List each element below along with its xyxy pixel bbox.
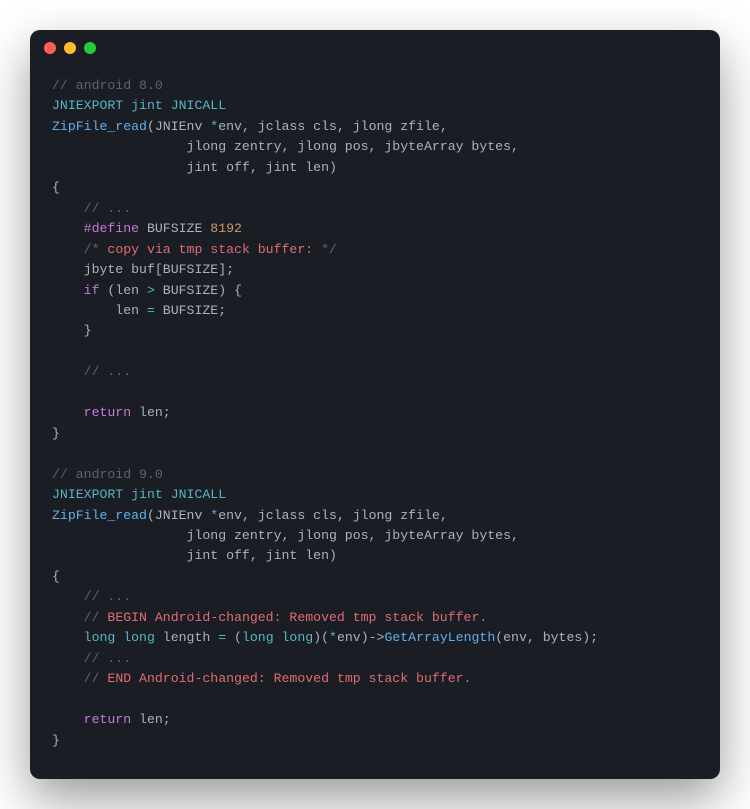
preproc: #define [52,221,139,236]
minimize-icon[interactable] [64,42,76,54]
code-text: jbyte [52,262,131,277]
keyword: return [52,712,131,727]
code-line: jlong zentry, jlong pos, jbyteArray byte… [52,139,519,154]
code-line: jlong zentry, jlong pos, jbyteArray byte… [52,528,519,543]
code-text: (len [99,283,146,298]
op: * [329,630,337,645]
func-name: ZipFile_read [52,508,147,523]
brace: } [52,323,92,338]
op: > [147,283,155,298]
param: env [218,119,242,134]
comment: // [52,610,107,625]
brace: } [52,733,60,748]
comment-body: END Android-changed: Removed tmp stack b… [107,671,471,686]
param: env [218,508,242,523]
punc: ; [163,405,171,420]
comment: // ... [52,364,131,379]
op: )-> [361,630,385,645]
code-text: BUFSIZE) { [155,283,242,298]
punc: , [440,119,448,134]
code-line: jint off, jint len) [52,160,337,175]
punc: , [337,119,353,134]
type: long long [242,630,313,645]
comment: // [52,671,107,686]
op: = [147,303,155,318]
param: jlong zfile [353,508,440,523]
paren: )( [313,630,329,645]
code-block: // android 8.0 JNIEXPORT jint JNICALL Zi… [30,66,720,779]
comment: // android 9.0 [52,467,163,482]
op: * [210,119,218,134]
code-text: BUFSIZE; [155,303,226,318]
code-text: (JNIEnv [147,508,210,523]
keyword: return [52,405,131,420]
keyword: if [52,283,99,298]
brace: { [52,569,60,584]
titlebar [30,30,720,66]
comment: */ [313,242,337,257]
brace: { [52,180,60,195]
comment-body: BEGIN Android-changed: Removed tmp stack… [107,610,487,625]
code-text: [BUFSIZE]; [155,262,234,277]
code-text: len [52,303,147,318]
code-line: jint off, jint len) [52,548,337,563]
param: jclass cls [258,119,337,134]
punc: , [440,508,448,523]
paren: ( [234,630,242,645]
punc: , [242,119,258,134]
punc: , [242,508,258,523]
var-name: env [337,630,361,645]
close-icon[interactable] [44,42,56,54]
punc: ; [163,712,171,727]
type: long long [52,630,163,645]
code-text: (JNIEnv [147,119,210,134]
comment-body: copy via tmp stack buffer: [107,242,313,257]
func-name: ZipFile_read [52,119,147,134]
brace: } [52,426,60,441]
number: 8192 [210,221,242,236]
zoom-icon[interactable] [84,42,96,54]
comment: // ... [52,651,131,666]
code-text: (env, bytes); [495,630,598,645]
var-name: length [163,630,210,645]
punc: , [337,508,353,523]
var-name: buf [131,262,155,277]
code-line: JNIEXPORT jint JNICALL [52,98,226,113]
var-name: len [131,712,163,727]
comment: // ... [52,201,131,216]
code-line: JNIEXPORT jint JNICALL [52,487,226,502]
comment: /* [52,242,107,257]
op: = [210,630,234,645]
comment: // ... [52,589,131,604]
op: * [210,508,218,523]
macro-name: BUFSIZE [139,221,210,236]
var-name: len [131,405,163,420]
code-window: // android 8.0 JNIEXPORT jint JNICALL Zi… [30,30,720,779]
comment: // android 8.0 [52,78,163,93]
param: jlong zfile [353,119,440,134]
param: jclass cls [258,508,337,523]
func-call: GetArrayLength [384,630,495,645]
